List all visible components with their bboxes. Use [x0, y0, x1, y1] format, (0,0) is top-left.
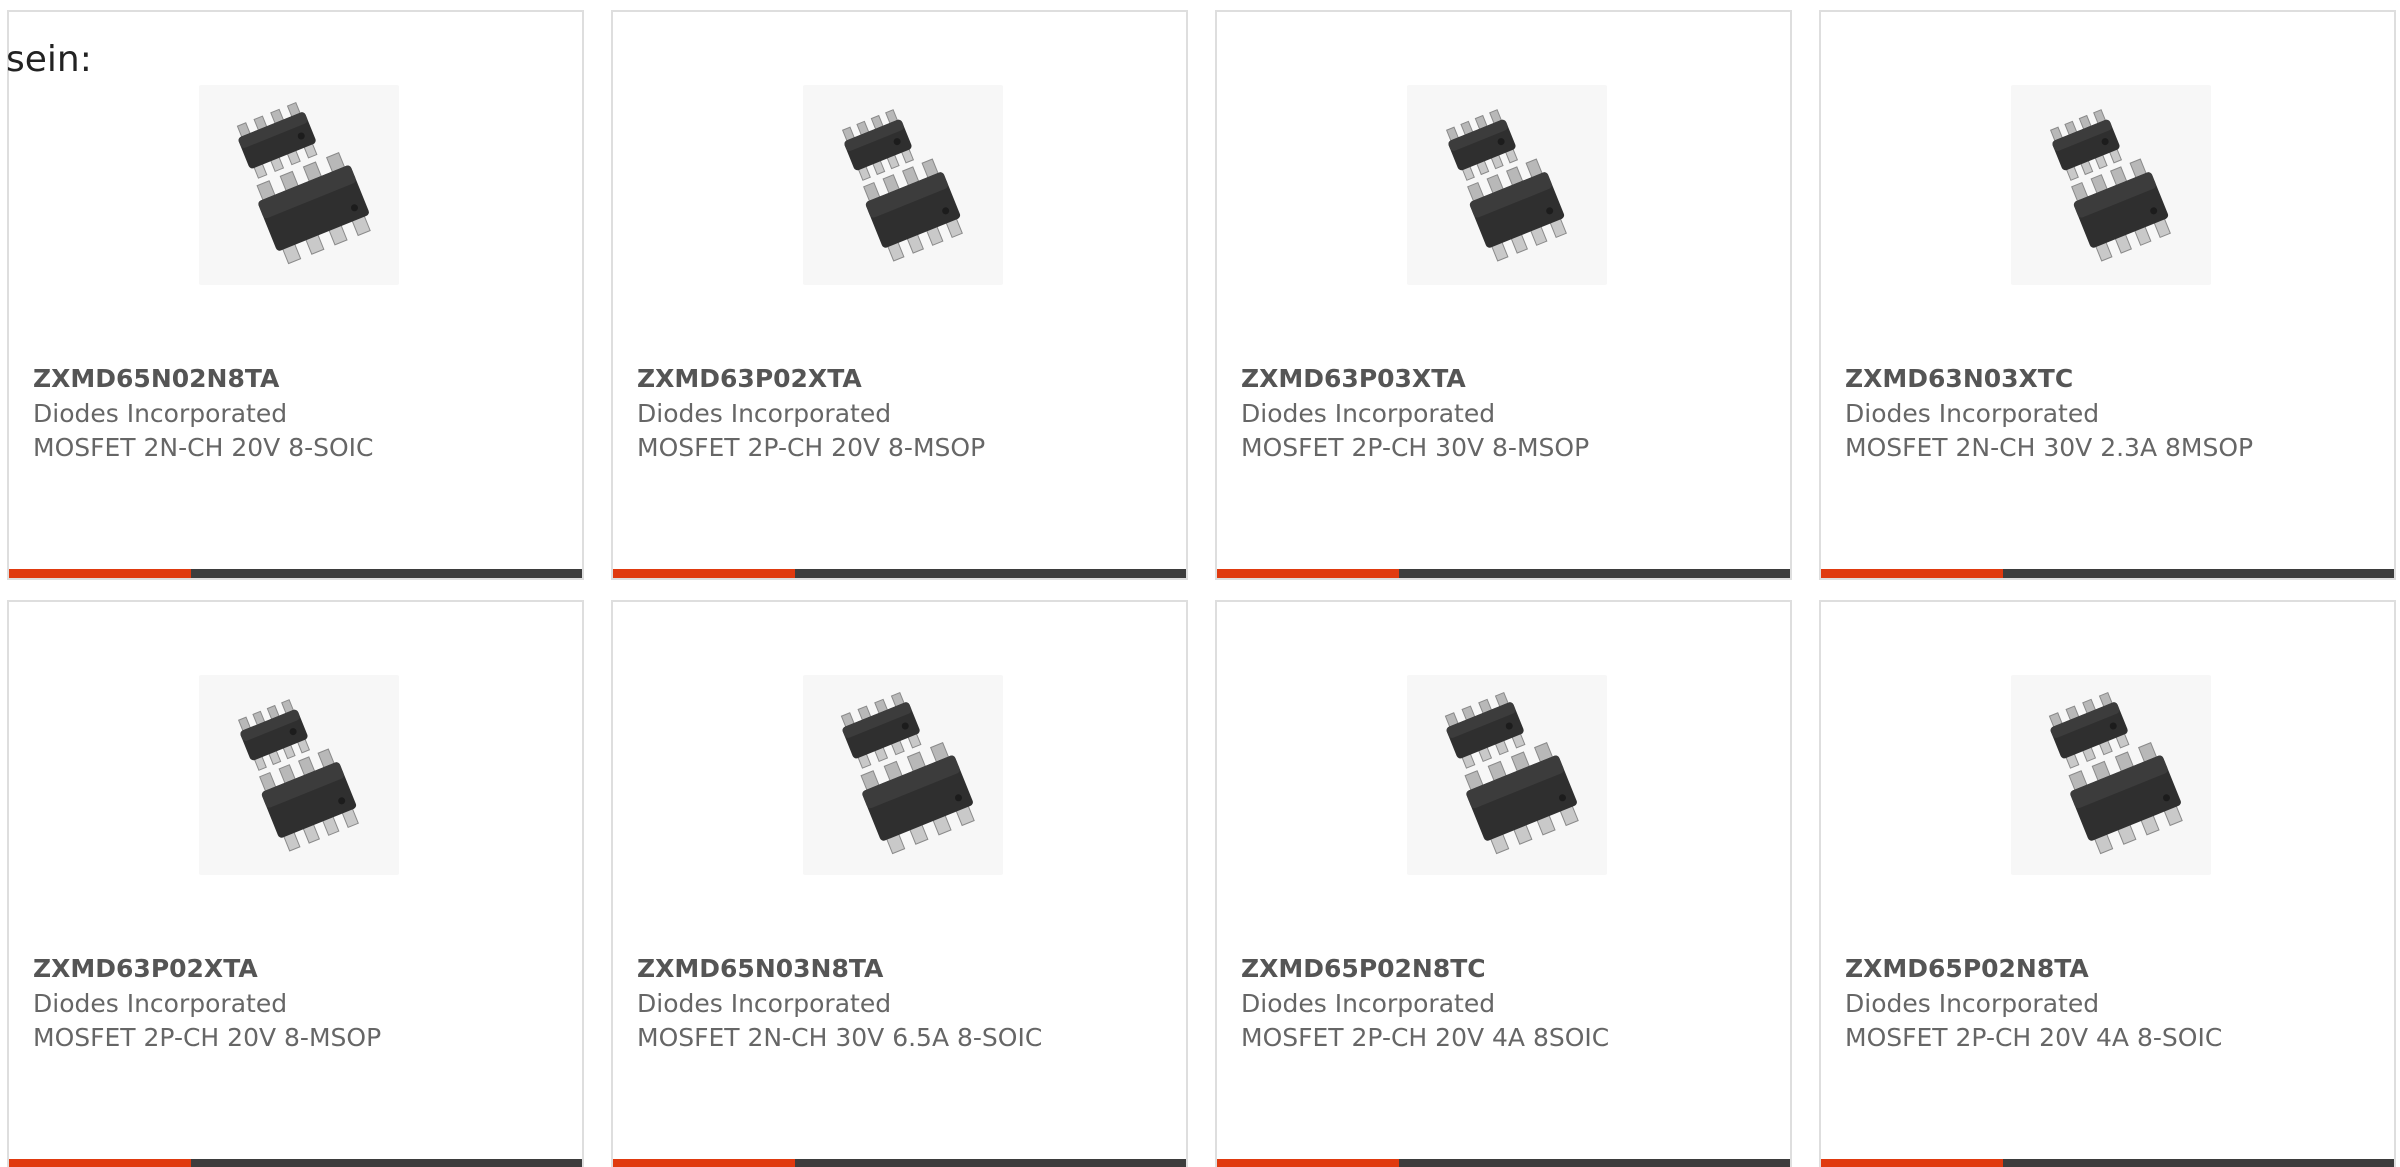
msop-8-chip-icon — [1407, 85, 1607, 285]
product-description: MOSFET 2P-CH 20V 4A 8-SOIC — [1845, 1023, 2223, 1052]
soic-8-chip-icon — [803, 675, 1003, 875]
product-description: MOSFET 2N-CH 30V 2.3A 8MSOP — [1845, 433, 2254, 462]
card-bottom-bar — [9, 1159, 582, 1167]
product-card[interactable]: ZXMD65N02N8TA Diodes Incorporated MOSFET… — [7, 10, 584, 580]
soic-8-chip-icon — [2048, 691, 2183, 855]
msop-8-chip-icon — [841, 109, 963, 262]
manufacturer: Diodes Incorporated — [33, 989, 288, 1018]
part-number: ZXMD65P02N8TA — [1845, 954, 2089, 983]
manufacturer: Diodes Incorporated — [1241, 989, 1496, 1018]
card-bottom-bar — [1217, 569, 1790, 578]
product-description: MOSFET 2P-CH 20V 4A 8SOIC — [1241, 1023, 1610, 1052]
product-card[interactable]: ZXMD63P03XTA Diodes Incorporated MOSFET … — [1215, 10, 1792, 580]
manufacturer: Diodes Incorporated — [637, 399, 892, 428]
card-accent-bar — [1217, 1159, 1399, 1167]
soic-8-chip-icon — [1407, 675, 1607, 875]
soic-8-chip-icon — [199, 85, 399, 285]
soic-8-chip-icon — [1444, 691, 1579, 855]
product-description: MOSFET 2P-CH 30V 8-MSOP — [1241, 433, 1590, 462]
card-accent-bar — [9, 1159, 191, 1167]
msop-8-chip-icon — [803, 85, 1003, 285]
card-accent-bar — [1821, 569, 2003, 578]
part-number: ZXMD65N02N8TA — [33, 364, 280, 393]
manufacturer: Diodes Incorporated — [1241, 399, 1496, 428]
product-description: MOSFET 2P-CH 20V 8-MSOP — [33, 1023, 382, 1052]
product-card[interactable]: ZXMD63P02XTA Diodes Incorporated MOSFET … — [7, 600, 584, 1167]
manufacturer: Diodes Incorporated — [637, 989, 892, 1018]
card-accent-bar — [613, 569, 795, 578]
manufacturer: Diodes Incorporated — [1845, 399, 2100, 428]
product-description: MOSFET 2P-CH 20V 8-MSOP — [637, 433, 986, 462]
intro-text: sein: — [6, 39, 92, 80]
product-card[interactable]: ZXMD65P02N8TC Diodes Incorporated MOSFET… — [1215, 600, 1792, 1167]
product-card[interactable]: ZXMD63P02XTA Diodes Incorporated MOSFET … — [611, 10, 1188, 580]
manufacturer: Diodes Incorporated — [33, 399, 288, 428]
part-number: ZXMD63P02XTA — [637, 364, 862, 393]
product-card[interactable]: ZXMD65N03N8TA Diodes Incorporated MOSFET… — [611, 600, 1188, 1167]
card-bottom-bar — [1821, 569, 2394, 578]
card-bottom-bar — [1821, 1159, 2394, 1167]
product-description: MOSFET 2N-CH 20V 8-SOIC — [33, 433, 374, 462]
part-number: ZXMD63P02XTA — [33, 954, 258, 983]
msop-8-chip-icon — [199, 675, 399, 875]
soic-8-chip-icon — [2011, 675, 2211, 875]
msop-8-chip-icon — [237, 699, 359, 852]
msop-8-chip-icon — [2011, 85, 2211, 285]
card-bottom-bar — [613, 569, 1186, 578]
part-number: ZXMD65P02N8TC — [1241, 954, 1486, 983]
product-card[interactable]: ZXMD63N03XTC Diodes Incorporated MOSFET … — [1819, 10, 2396, 580]
msop-8-chip-icon — [1445, 109, 1567, 262]
manufacturer: Diodes Incorporated — [1845, 989, 2100, 1018]
card-accent-bar — [1821, 1159, 2003, 1167]
product-grid-page: sein: ZXMD65N02N8TA Diodes Incorporated … — [0, 0, 2400, 1167]
card-accent-bar — [9, 569, 191, 578]
soic-8-chip-icon — [840, 691, 975, 855]
part-number: ZXMD65N03N8TA — [637, 954, 884, 983]
card-bottom-bar — [1217, 1159, 1790, 1167]
part-number: ZXMD63N03XTC — [1845, 364, 2074, 393]
card-accent-bar — [1217, 569, 1399, 578]
product-description: MOSFET 2N-CH 30V 6.5A 8-SOIC — [637, 1023, 1043, 1052]
card-accent-bar — [613, 1159, 795, 1167]
card-bottom-bar — [613, 1159, 1186, 1167]
part-number: ZXMD63P03XTA — [1241, 364, 1466, 393]
card-bottom-bar — [9, 569, 582, 578]
msop-8-chip-icon — [2049, 109, 2171, 262]
product-card[interactable]: ZXMD65P02N8TA Diodes Incorporated MOSFET… — [1819, 600, 2396, 1167]
soic-8-chip-icon — [236, 101, 371, 265]
